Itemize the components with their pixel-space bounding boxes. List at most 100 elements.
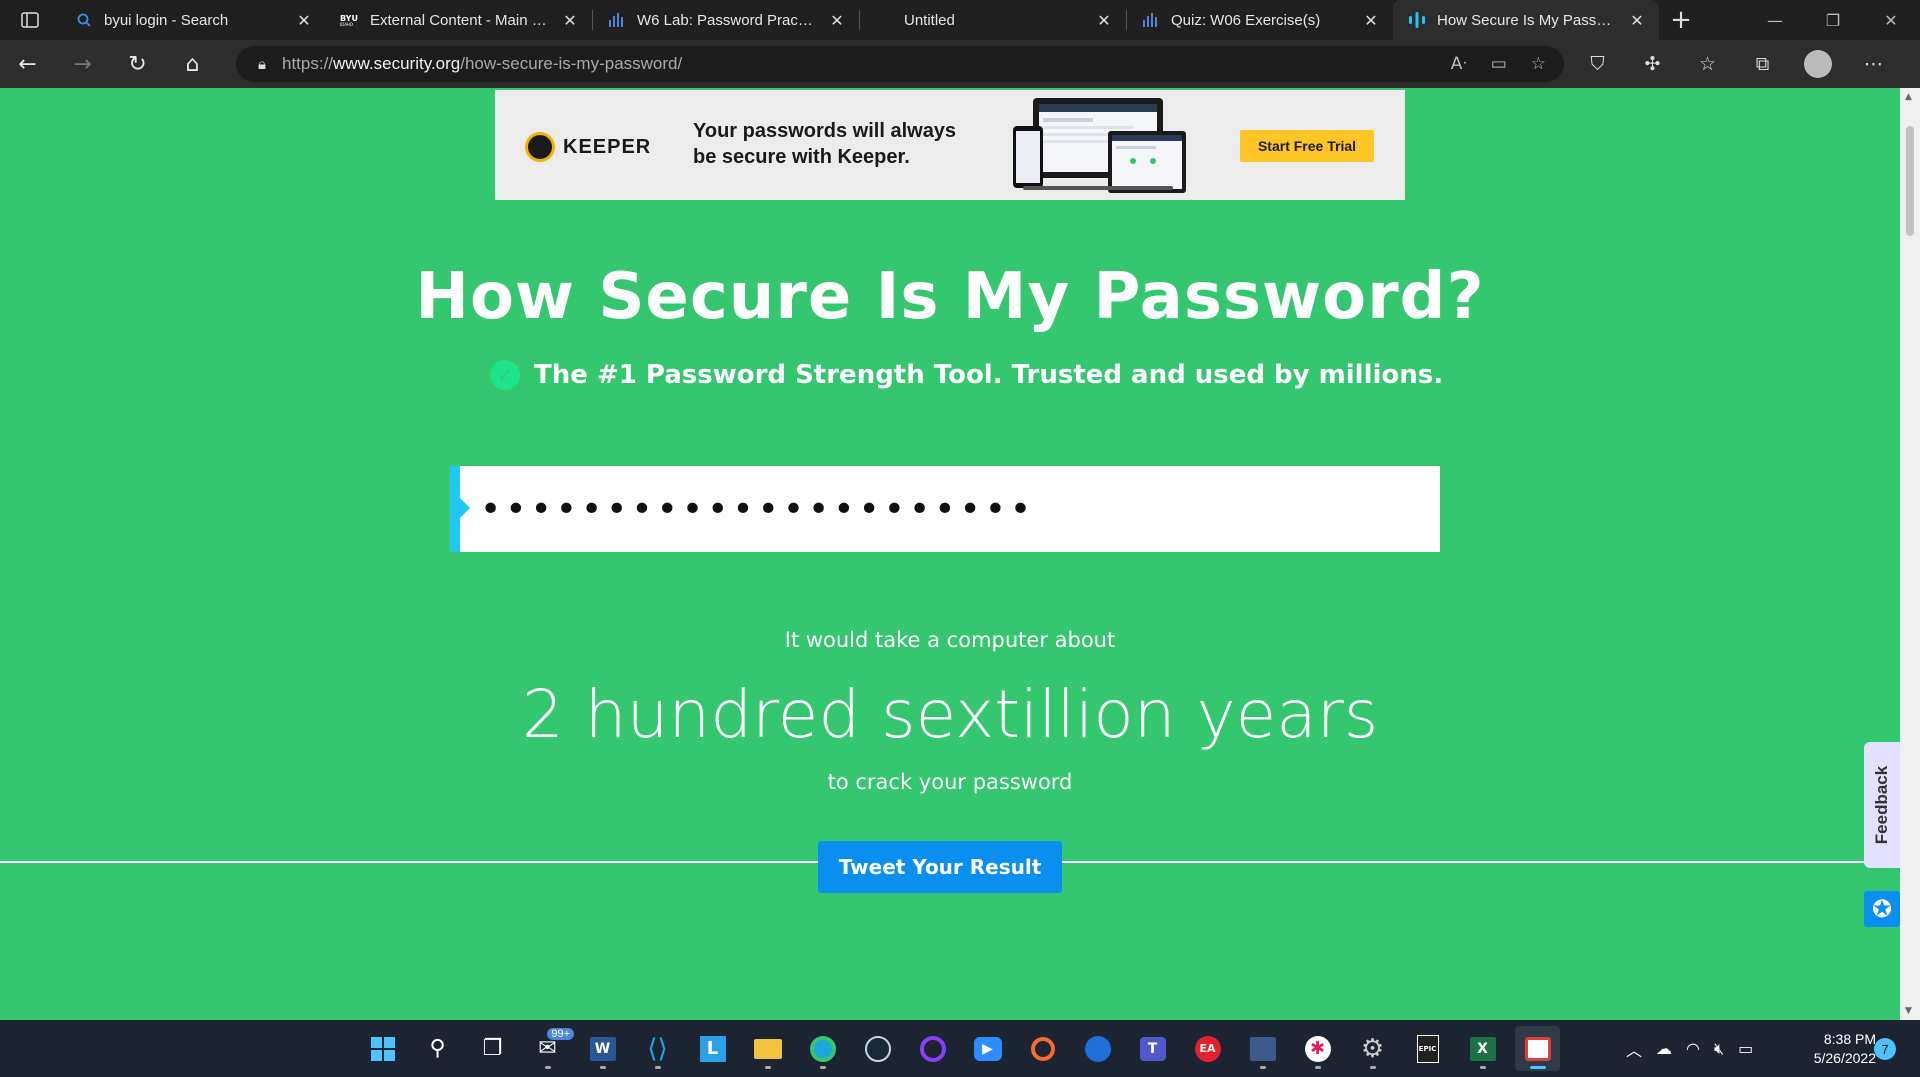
taskbar-search-button[interactable]: ⚲ xyxy=(415,1026,460,1071)
restore-button[interactable]: ❐ xyxy=(1804,0,1862,40)
excel-app[interactable]: X xyxy=(1460,1026,1505,1071)
system-tray: ︿ ☁ ◠ 🔇︎ ▭ xyxy=(1626,1020,1753,1077)
address-bar[interactable]: 🔒︎ https://www.security.org/how-secure-i… xyxy=(236,46,1564,82)
close-tab-icon[interactable]: ✕ xyxy=(1094,11,1114,30)
shield-extension-button[interactable]: ⛉ xyxy=(1570,53,1625,75)
vscode-icon: ⟨⟩ xyxy=(647,1033,668,1064)
tab-title: External Content - Main Vie xyxy=(370,11,550,29)
immersive-reader-icon[interactable]: ▭ xyxy=(1491,54,1507,74)
profile-avatar[interactable] xyxy=(1804,50,1832,78)
steam-app[interactable] xyxy=(855,1026,900,1071)
zoom-app[interactable]: ▶ xyxy=(965,1026,1010,1071)
settings-app[interactable]: ⚙ xyxy=(1350,1026,1395,1071)
collections-button[interactable]: ⧉ xyxy=(1735,53,1790,75)
plus-icon: + xyxy=(1670,5,1692,35)
tab-how-secure-is-my-password[interactable]: How Secure Is My Password ✕ xyxy=(1393,0,1659,40)
close-tab-icon[interactable]: ✕ xyxy=(827,11,847,30)
edge-app[interactable] xyxy=(800,1026,845,1071)
minimize-icon: — xyxy=(1767,10,1783,30)
folder-icon xyxy=(753,1038,782,1059)
scroll-up-icon[interactable]: ▲ xyxy=(1905,92,1912,102)
back-button[interactable]: ← xyxy=(0,40,55,88)
tab-quiz-w06[interactable]: Quiz: W06 Exercise(s) ✕ xyxy=(1127,0,1393,40)
wifi-icon[interactable]: ◠ xyxy=(1686,1039,1700,1058)
tab-actions-menu-button[interactable] xyxy=(0,0,60,40)
read-aloud-icon[interactable]: Aᐧ xyxy=(1451,54,1467,74)
task-view-icon: ❐ xyxy=(482,1036,503,1061)
canvas-bars-icon xyxy=(1141,10,1161,30)
word-icon: W xyxy=(589,1036,616,1061)
epic-games-app[interactable]: EPIC xyxy=(1405,1026,1450,1071)
keeper-logo-icon xyxy=(525,132,555,162)
ssms-app[interactable] xyxy=(1240,1026,1285,1071)
settings-menu-button[interactable]: ⋯ xyxy=(1846,53,1901,75)
vscode-app[interactable]: ⟨⟩ xyxy=(635,1026,680,1071)
web-page: KEEPER Your passwords will always be sec… xyxy=(0,88,1900,1020)
snipping-tool-app[interactable] xyxy=(1515,1026,1560,1071)
device-mockup-image xyxy=(1013,98,1186,193)
new-tab-button[interactable]: + xyxy=(1659,0,1703,40)
close-tab-icon[interactable]: ✕ xyxy=(560,11,580,30)
notification-badge[interactable]: 7 xyxy=(1874,1038,1896,1060)
chevron-up-icon[interactable]: ︿ xyxy=(1626,1037,1642,1061)
slack-app[interactable]: ✱ xyxy=(1295,1026,1340,1071)
tab-external-content[interactable]: BYU IDAHO External Content - Main Vie ✕ xyxy=(326,0,592,40)
restore-icon: ❐ xyxy=(1825,10,1841,30)
tab-strip: byui login - Search ✕ BYU IDAHO External … xyxy=(0,0,1920,40)
page-scrollbar[interactable]: ▲ ▼ xyxy=(1900,88,1920,1020)
blue-app-icon xyxy=(1084,1035,1111,1062)
ea-app[interactable]: EA xyxy=(1185,1026,1230,1071)
volume-muted-icon[interactable]: 🔇︎ xyxy=(1714,1039,1724,1059)
blue-app[interactable] xyxy=(1075,1026,1120,1071)
scroll-down-icon[interactable]: ▼ xyxy=(1905,1006,1912,1016)
tab-title: Untitled xyxy=(904,11,955,29)
file-explorer-app[interactable] xyxy=(745,1026,790,1071)
extensions-button[interactable]: ✣ xyxy=(1625,53,1680,75)
password-input[interactable] xyxy=(480,466,1420,552)
tab-actions-icon xyxy=(21,12,39,28)
close-tab-icon[interactable]: ✕ xyxy=(294,11,314,30)
window-controls: — ❐ ✕ xyxy=(1746,0,1920,40)
favorites-button[interactable]: ☆ xyxy=(1680,53,1735,75)
tweet-result-button[interactable]: Tweet Your Result xyxy=(818,841,1062,893)
close-window-button[interactable]: ✕ xyxy=(1862,0,1920,40)
steam-icon xyxy=(864,1035,891,1062)
keeper-ad-banner[interactable]: KEEPER Your passwords will always be sec… xyxy=(495,90,1405,200)
favorite-star-icon[interactable]: ☆ xyxy=(1531,54,1546,74)
lock-icon[interactable]: 🔒︎ xyxy=(258,55,266,73)
scrollbar-thumb[interactable] xyxy=(1906,126,1914,236)
zoom-icon: ▶ xyxy=(973,1036,1002,1061)
search-icon xyxy=(74,10,94,30)
tab-w6-lab-password-practice[interactable]: W6 Lab: Password Practice ✕ xyxy=(593,0,859,40)
system-clock[interactable]: 8:38 PM 5/26/2022 xyxy=(1796,1030,1876,1068)
more-dots-icon: ⋯ xyxy=(1864,53,1883,75)
word-app[interactable]: W xyxy=(580,1026,625,1071)
onedrive-cloud-icon[interactable]: ☁ xyxy=(1656,1039,1672,1058)
start-free-trial-button[interactable]: Start Free Trial xyxy=(1240,130,1374,162)
teams-app[interactable]: T xyxy=(1130,1026,1175,1071)
minimize-button[interactable]: — xyxy=(1746,0,1804,40)
start-button[interactable] xyxy=(360,1026,405,1071)
close-tab-icon[interactable]: ✕ xyxy=(1627,11,1647,30)
accessibility-button[interactable]: ✪ xyxy=(1864,891,1900,927)
l-app[interactable]: L xyxy=(690,1026,735,1071)
close-tab-icon[interactable]: ✕ xyxy=(1361,11,1381,30)
windows-logo-icon xyxy=(370,1036,395,1061)
byu-idaho-icon: BYU IDAHO xyxy=(340,10,360,30)
feedback-tab[interactable]: Feedback xyxy=(1864,742,1900,868)
origin-app[interactable] xyxy=(1020,1026,1065,1071)
crack-time-result: 2 hundred sextillion years xyxy=(521,676,1379,753)
tab-byui-login-search[interactable]: byui login - Search ✕ xyxy=(60,0,326,40)
tab-untitled[interactable]: Untitled ✕ xyxy=(860,0,1126,40)
mail-unread-badge: 99+ xyxy=(547,1028,574,1040)
tab-title: W6 Lab: Password Practice xyxy=(637,11,817,29)
mail-app[interactable]: ✉ 99+ xyxy=(525,1026,574,1071)
battery-icon[interactable]: ▭ xyxy=(1738,1039,1753,1058)
forward-button[interactable]: → xyxy=(55,40,110,88)
task-view-button[interactable]: ❐ xyxy=(470,1026,515,1071)
cortana-app[interactable] xyxy=(910,1026,955,1071)
refresh-button[interactable]: ↻ xyxy=(110,40,165,88)
home-button[interactable]: ⌂ xyxy=(165,40,220,88)
keeper-brand-name: KEEPER xyxy=(563,135,652,158)
canvas-bars-icon xyxy=(607,10,627,30)
